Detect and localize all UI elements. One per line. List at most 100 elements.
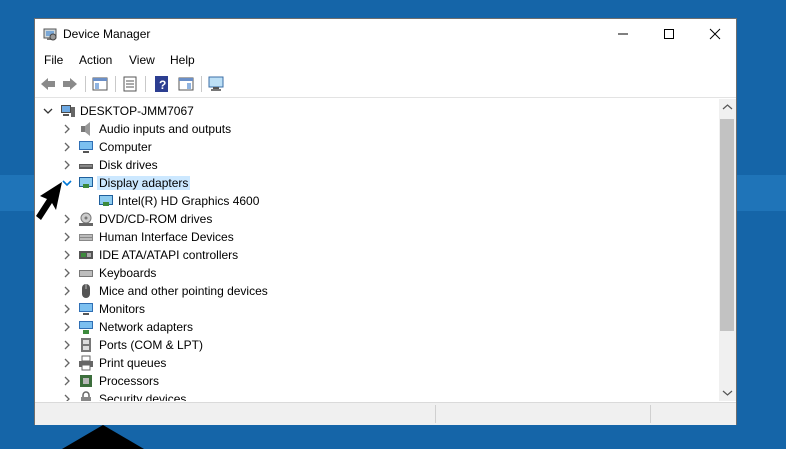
- tree-root-row[interactable]: DESKTOP-JMM7067: [36, 102, 719, 120]
- scan-hardware-icon[interactable]: [207, 75, 225, 93]
- tree-item-ide-controllers[interactable]: IDE ATA/ATAPI controllers: [36, 246, 719, 264]
- tree-item-label: Keyboards: [99, 266, 157, 280]
- display-adapter-icon: [99, 195, 113, 206]
- device-manager-icon: [43, 28, 57, 41]
- properties-icon[interactable]: [121, 75, 139, 93]
- chevron-right-icon[interactable]: [61, 249, 73, 261]
- tree-child-label: Intel(R) HD Graphics 4600: [118, 194, 260, 208]
- tree-item-ports[interactable]: Ports (COM & LPT): [36, 336, 719, 354]
- chevron-right-icon[interactable]: [61, 357, 73, 369]
- tree-item-label: IDE ATA/ATAPI controllers: [99, 248, 239, 262]
- show-hide-console-tree-icon[interactable]: [91, 75, 109, 93]
- tree-item-hid[interactable]: Human Interface Devices: [36, 228, 719, 246]
- scrollbar-thumb[interactable]: [720, 119, 734, 331]
- chevron-right-icon[interactable]: [61, 339, 73, 351]
- forward-arrow-icon[interactable]: [61, 75, 79, 93]
- toolbar-separator: [85, 76, 86, 92]
- action-pane-icon[interactable]: [177, 75, 195, 93]
- tree-item-label-selected: Display adapters: [97, 176, 191, 190]
- chevron-right-icon[interactable]: [61, 303, 73, 315]
- menu-action[interactable]: Action: [79, 53, 112, 67]
- chevron-right-icon[interactable]: [61, 285, 73, 297]
- chevron-right-icon[interactable]: [61, 123, 73, 135]
- monitor-icon: [79, 303, 93, 315]
- minimize-icon: [618, 33, 628, 35]
- processor-icon: [80, 375, 92, 387]
- toolbar-separator: [201, 76, 202, 92]
- tree-item-label: Monitors: [99, 302, 146, 316]
- status-cell: [650, 405, 651, 423]
- computer-icon: [79, 141, 93, 153]
- chevron-down-icon[interactable]: [42, 105, 54, 117]
- disk-drive-icon: [79, 164, 93, 169]
- tree-item-label: Disk drives: [99, 158, 158, 172]
- security-device-icon: [81, 391, 91, 401]
- menu-file[interactable]: File: [44, 53, 63, 67]
- tree-item-network-adapters[interactable]: Network adapters: [36, 318, 719, 336]
- title-bar[interactable]: Device Manager: [35, 19, 736, 49]
- tree-item-label: Mice and other pointing devices: [99, 284, 268, 298]
- mouse-pointer-icon: [36, 182, 62, 220]
- port-icon: [81, 338, 91, 352]
- chevron-right-icon[interactable]: [61, 321, 73, 333]
- keyboard-icon: [79, 270, 93, 277]
- menu-help[interactable]: Help: [170, 53, 195, 67]
- vertical-scrollbar[interactable]: [719, 99, 736, 401]
- chevron-right-icon[interactable]: [61, 393, 73, 401]
- printer-icon: [79, 355, 93, 371]
- hid-icon: [79, 234, 93, 241]
- display-adapter-icon: [79, 177, 93, 188]
- chevron-right-icon[interactable]: [61, 141, 73, 153]
- computer-root-icon: [61, 105, 75, 117]
- tree-item-keyboards[interactable]: Keyboards: [36, 264, 719, 282]
- tree-item-security-devices[interactable]: Security devices: [36, 390, 719, 401]
- desktop-shadow-shape: [62, 425, 144, 449]
- toolbar-separator: [115, 76, 116, 92]
- toolbar: ?: [35, 71, 736, 98]
- scroll-down-icon[interactable]: [722, 389, 733, 397]
- status-cell: [435, 405, 436, 423]
- svg-text:?: ?: [159, 78, 166, 92]
- tree-item-display-adapters[interactable]: Display adapters: [36, 174, 719, 192]
- mouse-icon: [82, 284, 90, 298]
- tree-item-label: Security devices: [99, 392, 187, 401]
- scroll-up-icon[interactable]: [722, 103, 733, 111]
- tree-item-label: Ports (COM & LPT): [99, 338, 204, 352]
- tree-item-label: Processors: [99, 374, 160, 388]
- tree-item-computer[interactable]: Computer: [36, 138, 719, 156]
- chevron-right-icon[interactable]: [61, 159, 73, 171]
- help-icon[interactable]: ?: [153, 75, 171, 93]
- tree-item-label: Print queues: [99, 356, 167, 370]
- maximize-button[interactable]: [646, 19, 692, 49]
- close-icon: [709, 28, 721, 40]
- tree-item-processors[interactable]: Processors: [36, 372, 719, 390]
- device-manager-window: Device Manager File Action View Help ? D…: [34, 18, 737, 425]
- status-bar: [35, 402, 736, 425]
- toolbar-separator: [145, 76, 146, 92]
- chevron-right-icon[interactable]: [61, 231, 73, 243]
- speaker-icon: [81, 122, 90, 136]
- tree-root-label: DESKTOP-JMM7067: [80, 104, 194, 118]
- chevron-right-icon[interactable]: [61, 267, 73, 279]
- tree-child-intel-hd-graphics[interactable]: Intel(R) HD Graphics 4600: [36, 192, 719, 210]
- tree-item-dvd-drives[interactable]: DVD/CD-ROM drives: [36, 210, 719, 228]
- tree-item-print-queues[interactable]: Print queues: [36, 354, 719, 372]
- ide-controller-icon: [79, 251, 93, 259]
- network-adapter-icon: [79, 321, 93, 334]
- back-arrow-icon[interactable]: [39, 75, 57, 93]
- device-tree: DESKTOP-JMM7067 Audio inputs and outputs…: [36, 99, 719, 401]
- tree-item-audio[interactable]: Audio inputs and outputs: [36, 120, 719, 138]
- tree-item-monitors[interactable]: Monitors: [36, 300, 719, 318]
- tree-item-label: DVD/CD-ROM drives: [99, 212, 213, 226]
- minimize-button[interactable]: [600, 19, 646, 49]
- chevron-right-icon[interactable]: [61, 375, 73, 387]
- tree-item-mice[interactable]: Mice and other pointing devices: [36, 282, 719, 300]
- close-button[interactable]: [692, 19, 738, 49]
- menu-view[interactable]: View: [129, 53, 155, 67]
- tree-item-label: Human Interface Devices: [99, 230, 234, 244]
- maximize-icon: [664, 29, 674, 39]
- tree-item-label: Audio inputs and outputs: [99, 122, 232, 136]
- tree-item-disk-drives[interactable]: Disk drives: [36, 156, 719, 174]
- menu-bar: File Action View Help: [35, 49, 736, 71]
- dvd-drive-icon: [79, 212, 93, 226]
